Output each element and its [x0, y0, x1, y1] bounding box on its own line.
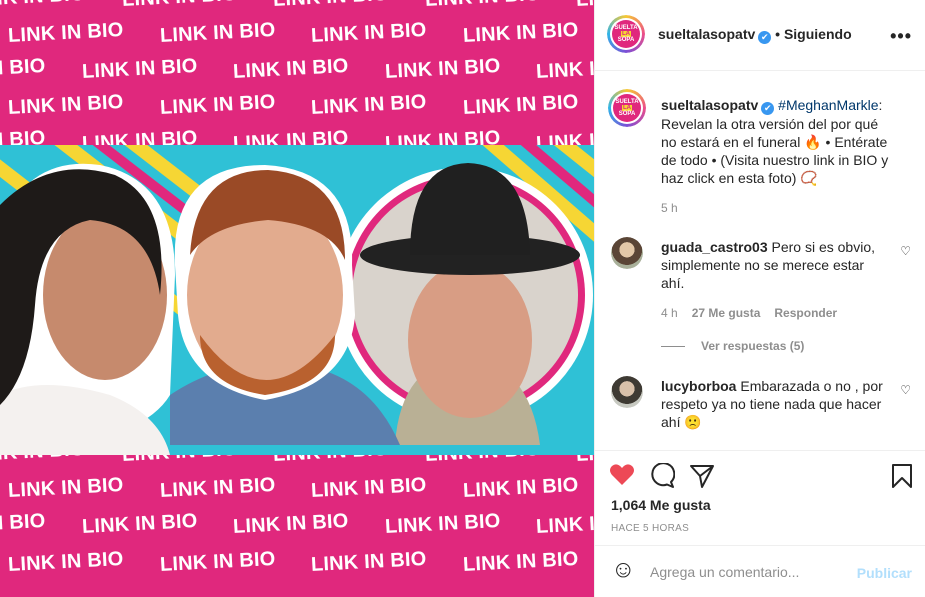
banner-word: LINK IN BIO	[159, 547, 276, 577]
account-avatar[interactable]: SUELTA LA SOPA	[607, 15, 645, 53]
share-icon[interactable]	[689, 463, 715, 489]
banner-word: LINK IN BIO	[462, 473, 579, 503]
banner-word: LINK IN BIO	[310, 473, 428, 503]
banner-word: LINK IN BIO	[0, 0, 86, 12]
banner-word: LINK IN BIO	[7, 18, 125, 48]
post-header: SUELTA LA SOPA sueltalasopatv ✔ • Siguien…	[595, 0, 925, 71]
separator-dot: •	[775, 26, 781, 42]
banner-word: LINK IN BIO	[424, 455, 541, 467]
banner-word: LINK IN BIO	[462, 90, 579, 120]
more-options-icon[interactable]: •••	[890, 26, 912, 47]
banner-word: LINK IN BIO	[424, 0, 541, 12]
comment-time: 4 h	[661, 306, 678, 320]
banner-word: LINK IN BIO	[273, 455, 390, 467]
banner-word: LINK IN BIO	[576, 455, 594, 467]
comment-meta: 4 h 27 Me gusta Responder	[661, 306, 837, 320]
banner-word: LINK IN BIO	[7, 547, 125, 577]
banner-word: LINK IN BIO	[232, 509, 350, 539]
banner-word: LINK IN BIO	[159, 18, 276, 48]
bookmark-icon[interactable]	[891, 463, 913, 489]
banner-word: LINK IN BIO	[384, 54, 501, 84]
banner-word: LINK IN BIO	[0, 509, 47, 538]
view-replies-label: Ver respuestas (5)	[701, 339, 805, 353]
verified-badge-icon: ✔	[761, 102, 775, 115]
banner-word: LINK IN BIO	[462, 547, 579, 577]
comment-like-count[interactable]: 27 Me gusta	[692, 306, 761, 320]
post-actions: 1,064 Me gusta HACE 5 HORAS	[595, 450, 925, 545]
post-time: HACE 5 HORAS	[611, 523, 690, 534]
banner-word: LINK IN BIO	[7, 90, 125, 120]
comment-like-icon[interactable]: ♡	[900, 244, 911, 258]
banner-word: LINK IN BIO	[310, 547, 428, 577]
comment-like-icon[interactable]: ♡	[900, 383, 911, 397]
banner-word: LINK IN BIO	[121, 0, 238, 12]
link-in-bio-banner-top: LINK IN BIO LINK IN BIO LINK IN BIO LINK IN…	[0, 0, 594, 145]
banner-word: LINK IN BIO	[0, 126, 47, 145]
banner-word: LINK IN BIO	[232, 126, 350, 145]
banner-word: LINK IN BIO	[232, 54, 350, 84]
following-button[interactable]: Siguiendo	[784, 26, 852, 42]
post-sidebar: SUELTA LA SOPA sueltalasopatv ✔ • Siguien…	[594, 0, 925, 597]
banner-word: LINK IN BIO	[7, 473, 125, 503]
banner-word: LINK IN BIO	[0, 54, 47, 83]
comment-body: guada_castro03 Pero si es obvio, simplem…	[661, 238, 883, 292]
caption-avatar[interactable]: SUELTA LA SOPA	[608, 89, 646, 127]
view-replies-button[interactable]: Ver respuestas (5)	[661, 339, 804, 353]
banner-word: LINK IN BIO	[576, 0, 594, 12]
like-count[interactable]: 1,064 Me gusta	[611, 497, 711, 513]
banner-word: LINK IN BIO	[384, 126, 501, 145]
publish-button[interactable]: Publicar	[857, 565, 912, 581]
reply-button[interactable]: Responder	[774, 306, 837, 320]
hashtag-link[interactable]: #MeghanMarkle	[778, 97, 878, 113]
banner-word: LINK IN BIO	[273, 0, 390, 12]
commenter-avatar[interactable]	[611, 376, 643, 408]
add-comment-bar: ☺ Publicar	[595, 545, 925, 597]
banner-word: LINK IN BIO	[310, 18, 428, 48]
banner-word: LINK IN BIO	[462, 18, 579, 48]
banner-word: LINK IN BIO	[81, 54, 198, 84]
comment-body: lucyborboa Embarazada o no , por respeto…	[661, 377, 883, 431]
photo-collage-art	[0, 145, 594, 455]
banner-word: LINK IN BIO	[535, 127, 594, 145]
post-image[interactable]: LINK IN BIO LINK IN BIO LINK IN BIO LINK IN…	[0, 0, 594, 597]
banner-word: LINK IN BIO	[535, 510, 594, 539]
verified-badge-icon: ✔	[758, 31, 772, 44]
banner-word: LINK IN BIO	[121, 455, 238, 467]
caption-time: 5 h	[661, 201, 678, 215]
banner-word: LINK IN BIO	[0, 455, 86, 467]
banner-word: LINK IN BIO	[81, 509, 198, 539]
banner-word: LINK IN BIO	[81, 126, 198, 145]
banner-word: LINK IN BIO	[310, 90, 428, 120]
logo-text: SOPA	[617, 37, 635, 43]
header-username[interactable]: sueltalasopatv	[658, 26, 755, 42]
photo-collage	[0, 145, 594, 455]
comment-input[interactable]	[650, 560, 850, 584]
comment-username[interactable]: guada_castro03	[661, 239, 768, 255]
comment-icon[interactable]	[649, 463, 675, 489]
comment-username[interactable]: lucyborboa	[661, 378, 736, 394]
comments-list[interactable]: SUELTA LA SOPA sueltalasopatv ✔ #MeghanMa…	[595, 72, 925, 450]
caption-username[interactable]: sueltalasopatv	[661, 97, 758, 113]
banner-word: LINK IN BIO	[159, 473, 276, 503]
emoji-icon[interactable]: ☺	[611, 558, 636, 582]
banner-word: LINK IN BIO	[159, 90, 276, 120]
logo-text: SOPA	[618, 111, 636, 117]
like-heart-icon[interactable]	[609, 463, 635, 487]
commenter-avatar[interactable]	[611, 237, 643, 269]
banner-word: LINK IN BIO	[384, 509, 501, 539]
caption-text-block: sueltalasopatv ✔ #MeghanMarkle: Revelan l…	[661, 96, 889, 187]
banner-word: LINK IN BIO	[535, 55, 594, 84]
link-in-bio-banner-bottom: LINK IN BIO LINK IN BIO LINK IN BIO LINK IN…	[0, 455, 594, 597]
